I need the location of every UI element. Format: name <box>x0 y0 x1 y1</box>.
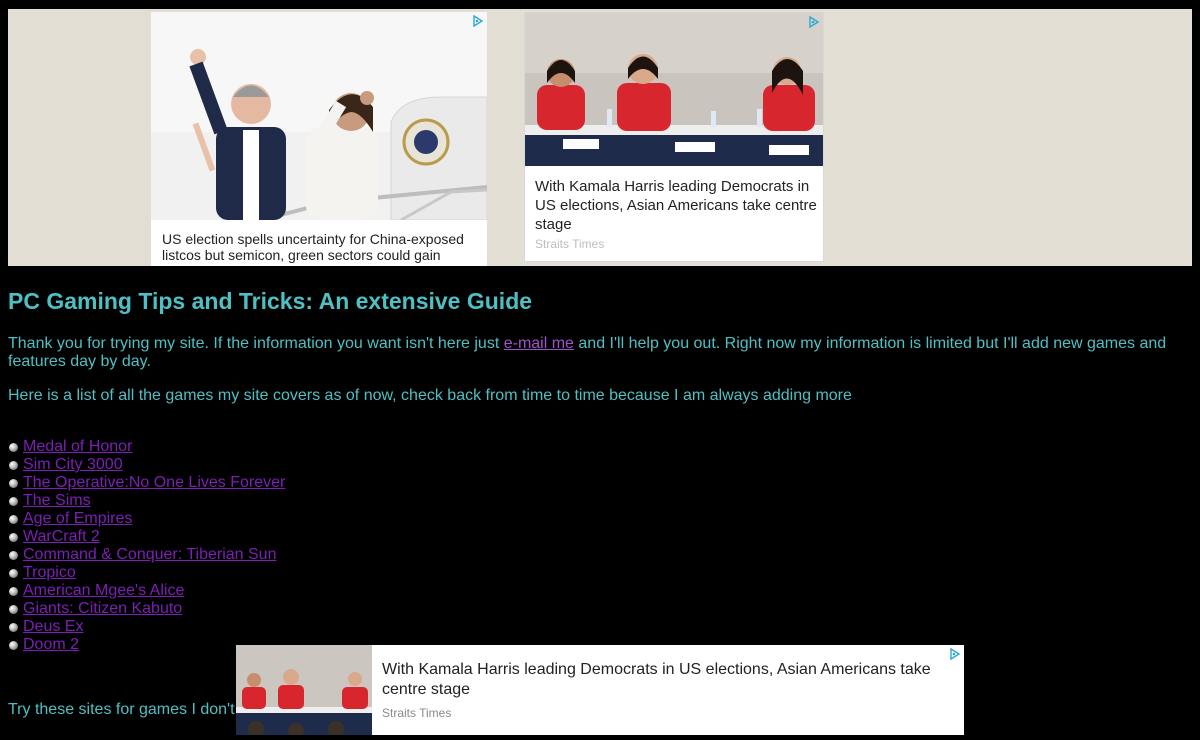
bullet-icon <box>9 550 18 560</box>
ad-source: Straits Times <box>382 706 452 720</box>
games-list-intro: Here is a list of all the games my site … <box>8 387 852 404</box>
bullet-icon <box>9 460 18 470</box>
bullet-icon <box>9 496 18 506</box>
adchoices-icon[interactable] <box>808 16 820 28</box>
game-link[interactable]: Doom 2 <box>23 636 79 654</box>
game-link[interactable]: Age of Empires <box>23 510 132 528</box>
bullet-icon <box>9 586 18 596</box>
bullet-icon <box>9 640 18 650</box>
adchoices-icon[interactable] <box>472 15 484 27</box>
bullet-icon <box>9 478 18 488</box>
game-link[interactable]: Tropico <box>23 564 76 582</box>
bullet-icon <box>9 568 18 578</box>
other-sites-text: Try these sites for games I don't <box>8 701 235 718</box>
ad-photo-panel[interactable] <box>236 645 372 735</box>
ad-photo-panel[interactable] <box>525 13 823 166</box>
game-link[interactable]: The Sims <box>23 492 91 510</box>
game-link[interactable]: Giants: Citizen Kabuto <box>23 600 182 618</box>
ad-card-asian-americans[interactable]: With Kamala Harris leading Democrats in … <box>524 12 824 262</box>
game-link[interactable]: American Mgee's Alice <box>23 582 184 600</box>
list-item: Medal of Honor <box>8 438 285 456</box>
game-link[interactable]: Sim City 3000 <box>23 456 123 474</box>
game-link[interactable]: The Operative:No One Lives Forever <box>23 474 285 492</box>
game-link[interactable]: Deus Ex <box>23 618 83 636</box>
ad-photo-election[interactable] <box>151 12 487 220</box>
list-item: Tropico <box>8 564 285 582</box>
game-link[interactable]: WarCraft 2 <box>23 528 100 546</box>
ad-headline[interactable]: With Kamala Harris leading Democrats in … <box>535 177 819 234</box>
intro-paragraph: Thank you for trying my site. If the inf… <box>8 335 1188 371</box>
games-list: Medal of Honor Sim City 3000 The Operati… <box>8 438 285 654</box>
ad-headline[interactable]: With Kamala Harris leading Democrats in … <box>382 660 942 700</box>
list-item: The Sims <box>8 492 285 510</box>
intro-text: Thank you for trying my site. If the inf… <box>8 335 504 352</box>
bullet-icon <box>9 442 18 452</box>
list-item: The Operative:No One Lives Forever <box>8 474 285 492</box>
bullet-icon <box>9 532 18 542</box>
ad-source: Straits Times <box>535 237 605 251</box>
game-link[interactable]: Command & Conquer: Tiberian Sun <box>23 546 276 564</box>
list-item: Giants: Citizen Kabuto <box>8 600 285 618</box>
bullet-icon <box>9 622 18 632</box>
list-item: Age of Empires <box>8 510 285 528</box>
page-title: PC Gaming Tips and Tricks: An extensive … <box>8 288 533 314</box>
list-item: Deus Ex <box>8 618 285 636</box>
bottom-ad-banner[interactable]: With Kamala Harris leading Democrats in … <box>236 645 964 735</box>
list-item: Command & Conquer: Tiberian Sun <box>8 546 285 564</box>
adchoices-icon[interactable] <box>949 648 961 660</box>
ad-card-election[interactable]: US election spells uncertainty for China… <box>151 12 487 266</box>
email-link[interactable]: e-mail me <box>504 335 574 352</box>
top-ad-banner: US election spells uncertainty for China… <box>8 9 1192 266</box>
bullet-icon <box>9 604 18 614</box>
list-item: Sim City 3000 <box>8 456 285 474</box>
list-item: WarCraft 2 <box>8 528 285 546</box>
list-item: American Mgee's Alice <box>8 582 285 600</box>
ad-headline[interactable]: US election spells uncertainty for China… <box>162 231 480 263</box>
bullet-icon <box>9 514 18 524</box>
game-link[interactable]: Medal of Honor <box>23 438 132 456</box>
